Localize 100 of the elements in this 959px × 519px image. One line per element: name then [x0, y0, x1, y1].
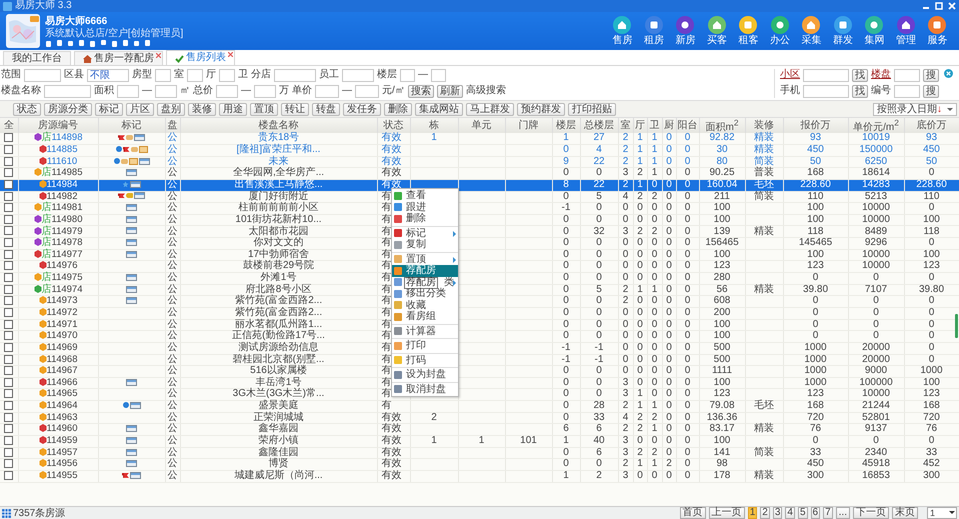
nav-button[interactable]: 买客 — [701, 16, 732, 46]
page-button[interactable]: 4 — [785, 507, 795, 519]
listing-id[interactable]: 114976 — [46, 260, 78, 272]
nav-button[interactable]: 租房 — [638, 16, 670, 46]
tab[interactable]: 售房一荐配房 — [74, 51, 163, 65]
column-header[interactable]: 盘 — [165, 118, 180, 134]
listing-id[interactable]: 114967 — [46, 365, 78, 376]
toolbar-button[interactable]: 打印招贴 — [568, 102, 616, 116]
nav-button[interactable]: 服务 — [922, 16, 953, 46]
column-header[interactable]: 状态 — [377, 118, 410, 134]
table-row[interactable]: 114960 公 鑫华嘉园 有效 6 6 2 2 1 0 0 83.17 精装 76 9137 76 — [0, 424, 959, 436]
nav-button[interactable]: 售房 — [606, 16, 638, 46]
page-button[interactable]: 3 — [772, 507, 782, 519]
table-row[interactable]: 114885 公 [隆祖]富荣庄平和... 有效 0 4 2 1 1 0 0 30 精装 450 150000 450 — [0, 144, 959, 156]
menu-item[interactable]: 删除 — [392, 213, 458, 224]
search-button[interactable]: 搜 — [923, 68, 939, 82]
nav-button[interactable]: 办公 — [764, 16, 796, 46]
column-header[interactable]: 标记 — [98, 118, 165, 134]
column-header[interactable]: 楼层 — [552, 118, 580, 134]
listing-id[interactable]: 114985 — [52, 167, 82, 178]
search-button[interactable]: 搜 — [923, 84, 939, 98]
page-select[interactable]: 1 — [927, 507, 957, 519]
column-header[interactable]: 底价万 — [904, 118, 959, 134]
listing-id[interactable]: 114980 — [52, 214, 82, 225]
toolbar-button[interactable]: 发任务 — [343, 102, 381, 116]
toolbar-button[interactable]: 转让 — [281, 102, 309, 116]
listing-id[interactable]: 114964 — [46, 400, 78, 412]
menu-item[interactable]: 设为封盘 — [392, 369, 458, 380]
page-button[interactable]: 5 — [798, 507, 808, 519]
listing-id[interactable]: 114968 — [46, 354, 78, 365]
listing-id[interactable]: 114955 — [46, 470, 78, 481]
listing-id[interactable]: 114982 — [46, 190, 78, 202]
tab[interactable]: 售房列表 — [166, 50, 235, 65]
column-header[interactable]: 单元 — [458, 118, 505, 134]
input-field[interactable]: 不限 — [87, 68, 129, 82]
listing-id[interactable]: 114971 — [46, 318, 78, 330]
listing-id[interactable]: 114966 — [46, 376, 78, 388]
toolbar-button[interactable]: 集成网站 — [415, 102, 463, 116]
column-header[interactable]: 全 — [0, 118, 18, 134]
listing-id[interactable]: 114979 — [52, 226, 82, 237]
search-button[interactable]: 刷新 — [436, 84, 463, 98]
search-button[interactable]: 找 — [852, 68, 868, 82]
page-button[interactable]: 1 — [748, 507, 758, 519]
toolbar-button[interactable]: 状态 — [13, 102, 41, 116]
listing-id[interactable]: 114970 — [46, 330, 78, 342]
toolbar-button[interactable]: 装修 — [188, 102, 216, 116]
toolbar-button[interactable]: 置顶 — [250, 102, 278, 116]
column-header[interactable]: 厨 — [662, 118, 676, 134]
menu-item[interactable]: 查看 — [392, 190, 458, 202]
table-row[interactable]: 114955 公 城建威尼斯（尚河... 有效 1 2 3 0 0 0 0 178 精装 300 16853 300 — [0, 470, 959, 482]
toolbar-button[interactable]: 转盘 — [312, 102, 340, 116]
listing-id[interactable]: 114898 — [52, 132, 82, 144]
nav-button[interactable]: 采集 — [796, 16, 827, 46]
listing-id[interactable]: 114969 — [46, 342, 78, 353]
listing-id[interactable]: 114981 — [52, 202, 82, 214]
previous-page-button[interactable]: 上一页 — [708, 507, 745, 519]
menu-item[interactable]: 计算器 — [392, 326, 458, 337]
listing-id[interactable]: 111610 — [46, 156, 78, 167]
toolbar-button[interactable]: 删除 — [384, 102, 412, 116]
column-header[interactable]: 卫 — [647, 118, 662, 134]
more-pages-button[interactable]: ... — [836, 507, 850, 519]
search-button[interactable]: 找 — [852, 84, 868, 98]
search-button[interactable]: 搜索 — [408, 84, 434, 98]
table-row[interactable]: 114959 公 荣府小镇 有效 1 1 101 1 40 3 0 0 0 0 100 0 0 0 — [0, 435, 959, 448]
toolbar-button[interactable]: 房源分类 — [44, 102, 92, 116]
link[interactable]: 小区 — [780, 69, 800, 81]
last-page-button[interactable]: 末页 — [892, 507, 918, 519]
page-button[interactable]: 7 — [823, 507, 833, 519]
table-row[interactable]: 114964 公 盛景美庭 有 0 28 2 1 1 0 0 79.08 毛坯 168 21244 168 — [0, 400, 959, 412]
table-row[interactable]: 114957 公 鑫隆佳园 有效 0 6 3 2 2 0 0 141 简装 33 2340 33 — [0, 447, 959, 459]
menu-item[interactable]: 取消封盘 — [392, 384, 458, 395]
listing-id[interactable]: 114974 — [52, 284, 82, 295]
menu-item[interactable]: 复制 — [392, 239, 458, 250]
column-header[interactable]: 室 — [618, 118, 633, 134]
page-button[interactable]: 2 — [760, 507, 770, 519]
toolbar-button[interactable]: 用途 — [219, 102, 247, 116]
first-page-button[interactable]: 首页 — [680, 507, 706, 519]
toolbar-button[interactable]: 片区 — [126, 102, 154, 116]
table-row[interactable]: 114956 公 博贤 有效 0 0 2 1 1 2 0 98 450 45918 452 — [0, 458, 959, 470]
menu-item[interactable]: 荐配房 — [392, 265, 458, 276]
menu-item[interactable]: 打码 — [392, 354, 458, 366]
listing-id[interactable]: 114975 — [52, 272, 82, 284]
nav-button[interactable]: 群发 — [827, 16, 858, 46]
column-header[interactable]: 栋 — [410, 118, 458, 134]
listing-id[interactable]: 114959 — [46, 435, 78, 446]
listing-id[interactable]: 114978 — [52, 237, 82, 248]
tab[interactable]: 我的工作台 — [3, 51, 71, 65]
menu-item[interactable]: 标记 — [392, 228, 458, 239]
listing-id[interactable]: 114973 — [46, 295, 78, 306]
column-header[interactable]: 总楼层 — [580, 118, 618, 134]
toolbar-button[interactable]: 标记 — [95, 102, 123, 116]
toolbar-button[interactable]: 预约群发 — [517, 102, 565, 116]
listing-id[interactable]: 114957 — [46, 446, 78, 458]
table-row[interactable]: 114963 公 正荣润城城 有效 2 0 33 4 2 2 0 0 136.36 720 52801 720 — [0, 412, 959, 424]
nav-button[interactable]: 租客 — [732, 16, 764, 46]
menu-item[interactable]: 打印 — [392, 340, 458, 352]
next-page-button[interactable]: 下一页 — [853, 507, 889, 519]
column-header[interactable]: 厅 — [633, 118, 647, 134]
menu-item[interactable]: 跟进 — [392, 202, 458, 213]
page-button[interactable]: 6 — [810, 507, 820, 519]
